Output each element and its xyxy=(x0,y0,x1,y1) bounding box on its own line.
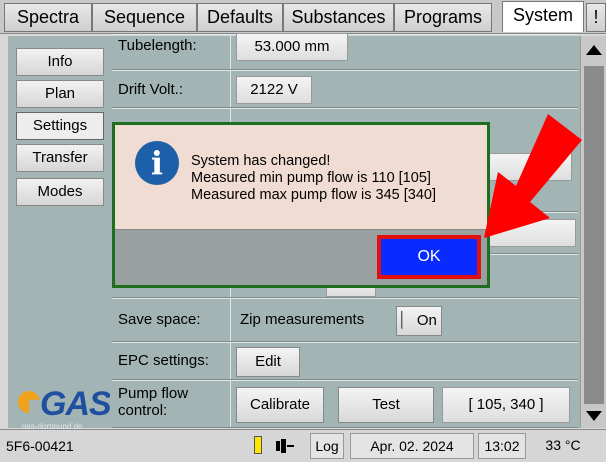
tab-programs[interactable]: Programs xyxy=(394,3,492,32)
epc-edit-button[interactable]: Edit xyxy=(236,347,300,377)
nav-settings[interactable]: Settings xyxy=(16,112,104,140)
scroll-up-icon[interactable] xyxy=(585,44,603,56)
left-nav: Info Plan Settings Transfer Modes GAS ga… xyxy=(8,36,112,431)
zip-toggle-label: On xyxy=(416,312,437,329)
toggle-indicator-icon: ▏ xyxy=(401,312,413,329)
zip-measurements-label: Zip measurements xyxy=(240,311,365,328)
dialog-message-area: i System has changed! Measured min pump … xyxy=(115,125,487,230)
logo-text: GAS xyxy=(40,385,112,423)
tab-alerts[interactable]: ! xyxy=(586,3,606,32)
tubelength-label: Tubelength: xyxy=(118,37,197,54)
tab-substances[interactable]: Substances xyxy=(283,3,394,32)
scroll-down-icon[interactable] xyxy=(585,410,603,422)
row-drift-voltage: Drift Volt.: 2122 V xyxy=(112,70,578,108)
status-temperature: 33 °C xyxy=(545,437,581,453)
row-tubelength: Tubelength: 53.000 mm xyxy=(112,33,578,70)
pump-flow-label: Pump flow control: xyxy=(118,385,189,419)
drift-label: Drift Volt.: xyxy=(118,81,184,98)
row-epc-settings: EPC settings: Edit xyxy=(112,342,578,380)
test-button[interactable]: Test xyxy=(338,387,434,423)
zip-toggle-button[interactable]: ▏ On xyxy=(396,306,442,336)
save-space-label: Save space: xyxy=(118,311,201,328)
tab-bar: Spectra Sequence Defaults Substances Pro… xyxy=(0,0,606,34)
red-arrow-icon xyxy=(484,114,582,238)
logo-mark-icon xyxy=(18,391,40,413)
nav-info[interactable]: Info xyxy=(16,48,104,76)
device-id: 5F6-00421 xyxy=(6,438,74,454)
battery-icon xyxy=(254,436,262,454)
gas-logo: GAS gas-dortmund.de xyxy=(14,385,114,431)
tubelength-value[interactable]: 53.000 mm xyxy=(236,33,348,61)
nav-modes[interactable]: Modes xyxy=(16,178,104,206)
status-time: 13:02 xyxy=(478,433,526,459)
status-bar: 5F6-00421 Log Apr. 02. 2024 13:02 33 °C xyxy=(0,429,606,462)
calibrate-button[interactable]: Calibrate xyxy=(236,387,324,423)
system-changed-dialog: i System has changed! Measured min pump … xyxy=(112,122,490,288)
epc-label: EPC settings: xyxy=(118,352,209,369)
drift-value[interactable]: 2122 V xyxy=(236,76,312,104)
log-button[interactable]: Log xyxy=(310,433,344,459)
plug-icon xyxy=(276,439,294,453)
info-icon: i xyxy=(135,141,179,185)
nav-plan[interactable]: Plan xyxy=(16,80,104,108)
tab-sequence[interactable]: Sequence xyxy=(92,3,197,32)
dialog-line-3: Measured max pump flow is 345 [340] xyxy=(191,187,437,203)
ok-button[interactable]: OK xyxy=(377,235,481,279)
row-pump-flow: Pump flow control: Calibrate Test [ 105,… xyxy=(112,380,578,428)
dialog-line-2: Measured min pump flow is 110 [105] xyxy=(191,170,431,186)
pump-flow-range: [ 105, 340 ] xyxy=(442,387,570,423)
row-save-space: Save space: Zip measurements ▏ On xyxy=(112,298,578,342)
tab-system[interactable]: System xyxy=(502,1,584,32)
tab-defaults[interactable]: Defaults xyxy=(197,3,283,32)
status-date: Apr. 02. 2024 xyxy=(350,433,474,459)
tab-spectra[interactable]: Spectra xyxy=(4,3,92,32)
nav-transfer[interactable]: Transfer xyxy=(16,144,104,172)
dialog-line-1: System has changed! xyxy=(191,153,331,169)
